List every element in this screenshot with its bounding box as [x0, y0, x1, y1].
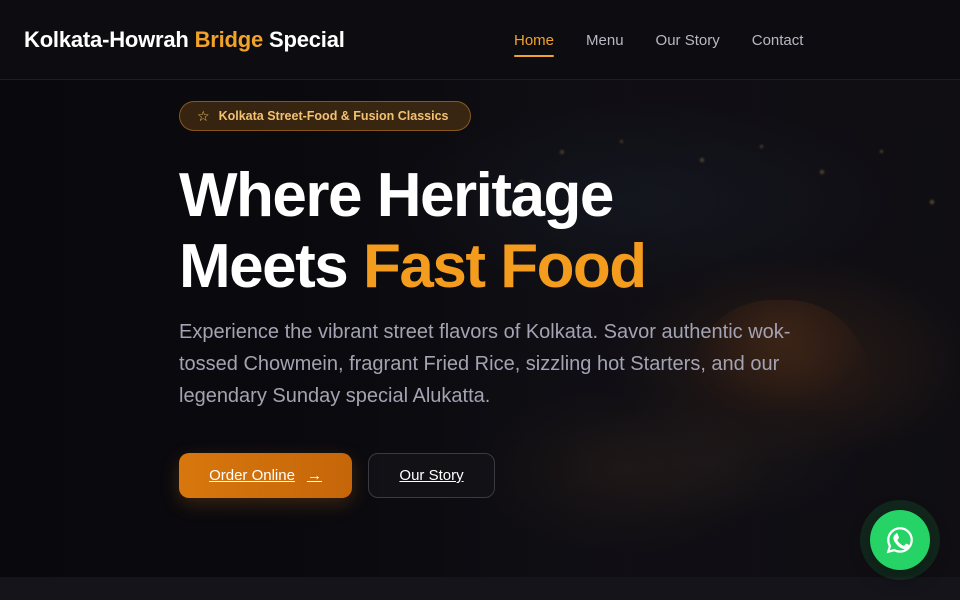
whatsapp-icon	[886, 527, 913, 554]
site-logo[interactable]: Kolkata-Howrah Bridge Special	[24, 27, 345, 53]
nav-contact[interactable]: Contact	[752, 32, 804, 55]
nav-home[interactable]: Home	[514, 32, 555, 57]
hero-description: Experience the vibrant street flavors of…	[179, 321, 791, 407]
nav-our-story[interactable]: Our Story	[656, 32, 720, 55]
arrow-right-icon: →	[306, 467, 322, 484]
hero-title: Where Heritage Meets Fast Food	[179, 160, 647, 302]
hero-title-line1: Where Heritage	[179, 161, 614, 230]
hero-title-accent: Fast Food	[362, 232, 647, 301]
hero-badge: ☆ Kolkata Street-Food & Fusion Classics	[179, 101, 471, 131]
logo-text-1: Kolkata-Howrah	[24, 27, 189, 52]
next-section-edge	[0, 577, 960, 600]
our-story-label: Our Story	[399, 467, 464, 484]
order-online-button[interactable]: Order Online →	[179, 453, 352, 498]
hero-title-line2: Meets	[179, 232, 349, 301]
site-header: Kolkata-Howrah Bridge Special Home Menu …	[0, 0, 960, 80]
nav-menu[interactable]: Menu	[586, 32, 624, 55]
our-story-button[interactable]: Our Story	[368, 453, 495, 498]
logo-text-accent: Bridge	[194, 27, 264, 52]
whatsapp-button[interactable]	[870, 510, 930, 570]
order-online-label: Order Online	[209, 467, 295, 484]
star-icon: ☆	[197, 107, 210, 124]
hero-section: ☆ Kolkata Street-Food & Fusion Classics …	[0, 80, 960, 577]
main-nav: Home Menu Our Story Contact	[514, 32, 835, 57]
logo-text-2: Special	[269, 27, 345, 52]
hero-badge-text: Kolkata Street-Food & Fusion Classics	[218, 109, 449, 123]
